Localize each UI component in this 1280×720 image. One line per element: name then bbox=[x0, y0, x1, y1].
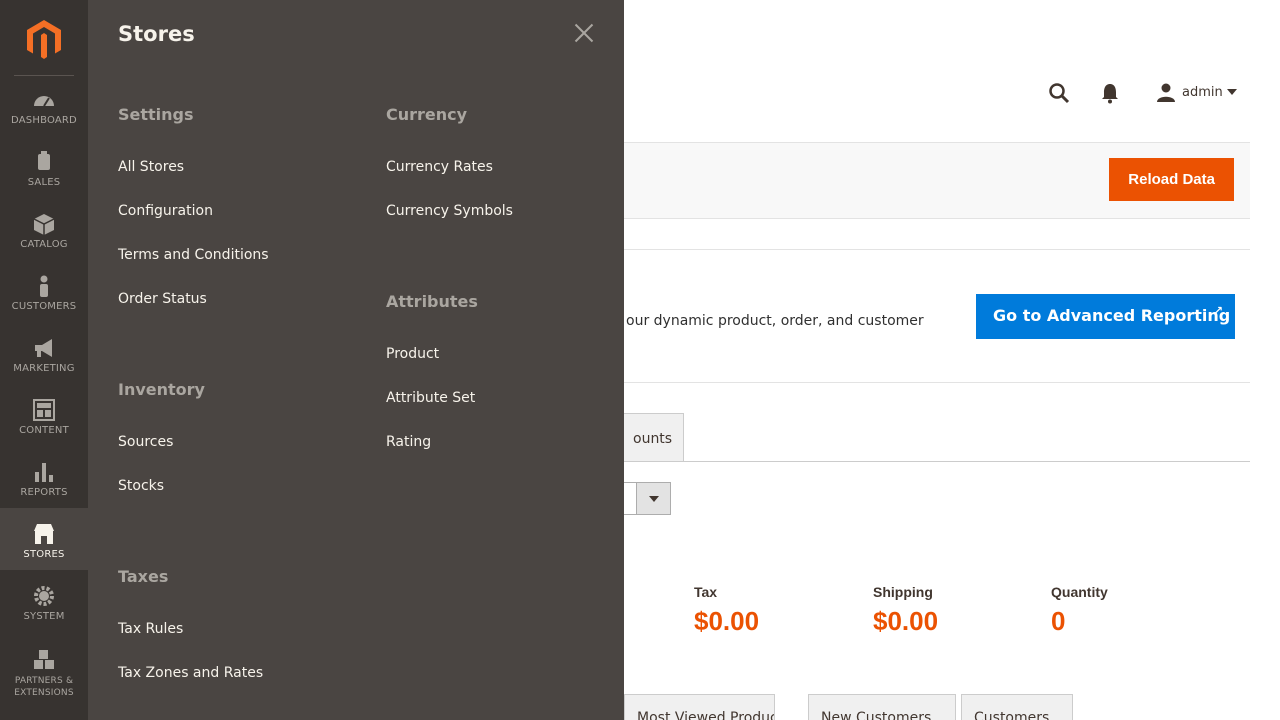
total-value: $0.00 bbox=[694, 606, 760, 636]
tabs-divider bbox=[618, 461, 1250, 462]
nav-item-dashboard[interactable]: Dashboard bbox=[0, 88, 88, 150]
group-title-attributes: Attributes bbox=[386, 292, 478, 311]
total-label: Quantity bbox=[1051, 584, 1108, 600]
stores-submenu-panel: Stores Settings All Stores Configuration… bbox=[88, 0, 624, 720]
link-tax-rules[interactable]: Tax Rules bbox=[118, 621, 183, 637]
nav-item-label: Reports bbox=[20, 487, 68, 498]
tab-most-viewed-products[interactable]: Most Viewed Products bbox=[624, 694, 775, 720]
group-title-taxes: Taxes bbox=[118, 567, 169, 586]
tab-customers[interactable]: Customers bbox=[961, 694, 1073, 720]
magento-logo-icon[interactable] bbox=[24, 18, 64, 60]
nav-item-label: Marketing bbox=[13, 363, 75, 374]
total-value: 0 bbox=[1051, 606, 1066, 636]
nav-item-label: System bbox=[23, 611, 65, 622]
storefront-icon bbox=[34, 524, 54, 544]
nav-item-catalog[interactable]: Catalog bbox=[0, 212, 88, 274]
reload-data-button[interactable]: Reload Data bbox=[1109, 158, 1234, 201]
external-link-icon: ↗ bbox=[1213, 304, 1223, 317]
group-title-inventory: Inventory bbox=[118, 380, 205, 399]
link-rating[interactable]: Rating bbox=[386, 434, 431, 450]
link-attribute-set[interactable]: Attribute Set bbox=[386, 390, 475, 406]
link-currency-rates[interactable]: Currency Rates bbox=[386, 159, 493, 175]
chevron-down-icon bbox=[1226, 89, 1237, 95]
nav-item-stores[interactable]: Stores bbox=[0, 508, 88, 570]
nav-item-label: Customers bbox=[11, 301, 77, 312]
advanced-reporting-label: Go to Advanced Reporting bbox=[993, 306, 1231, 325]
search-icon[interactable] bbox=[1048, 82, 1070, 104]
total-value: $0.00 bbox=[873, 606, 939, 636]
total-label: Shipping bbox=[873, 584, 933, 600]
link-all-stores[interactable]: All Stores bbox=[118, 159, 184, 175]
nav-item-customers[interactable]: Customers bbox=[0, 274, 88, 336]
dashboard-icon bbox=[34, 96, 54, 107]
link-product[interactable]: Product bbox=[386, 346, 439, 362]
dollar-icon bbox=[38, 151, 50, 170]
link-order-status[interactable]: Order Status bbox=[118, 291, 207, 307]
group-title-currency: Currency bbox=[386, 105, 468, 124]
link-currency-symbols[interactable]: Currency Symbols bbox=[386, 203, 513, 219]
link-configuration[interactable]: Configuration bbox=[118, 203, 213, 219]
nav-item-label: Catalog bbox=[20, 239, 68, 250]
notifications-bell-icon[interactable] bbox=[1100, 82, 1120, 104]
close-icon[interactable] bbox=[572, 21, 596, 45]
nav-item-label: Content bbox=[19, 425, 69, 436]
link-sources[interactable]: Sources bbox=[118, 434, 173, 450]
gear-icon bbox=[34, 586, 54, 606]
nav-item-label: Sales bbox=[27, 177, 61, 188]
tab-amounts[interactable]: ounts bbox=[618, 413, 684, 461]
person-icon bbox=[40, 275, 48, 297]
nav-item-label: Dashboard bbox=[11, 115, 77, 126]
bar-chart-icon bbox=[35, 463, 53, 482]
nav-item-content[interactable]: Content bbox=[0, 398, 88, 460]
nav-item-partners-extensions[interactable]: Partners & Extensions bbox=[0, 648, 88, 720]
user-icon bbox=[1157, 83, 1175, 102]
link-tax-zones-and-rates[interactable]: Tax Zones and Rates bbox=[118, 665, 263, 681]
group-title-settings: Settings bbox=[118, 105, 194, 124]
nav-item-system[interactable]: System bbox=[0, 584, 88, 646]
nav-item-label: Partners & Extensions bbox=[14, 676, 74, 698]
advanced-reporting-button[interactable]: Go to Advanced Reporting ↗ bbox=[976, 294, 1235, 339]
total-label: Tax bbox=[694, 584, 718, 600]
cubes-icon bbox=[34, 650, 54, 669]
advanced-reporting-description: our dynamic product, order, and customer bbox=[626, 313, 924, 329]
nav-item-label: Stores bbox=[23, 549, 65, 560]
nav-item-marketing[interactable]: Marketing bbox=[0, 336, 88, 398]
tab-new-customers[interactable]: New Customers bbox=[808, 694, 956, 720]
box-icon bbox=[33, 214, 55, 235]
admin-sidebar: Dashboard Sales Catalog Customers Market… bbox=[0, 0, 88, 720]
megaphone-icon bbox=[35, 339, 52, 357]
total-quantity: Quantity 0 bbox=[1051, 584, 1108, 637]
layout-icon bbox=[33, 399, 55, 421]
nav-item-sales[interactable]: Sales bbox=[0, 150, 88, 212]
chevron-down-icon bbox=[636, 483, 670, 514]
total-shipping: Shipping $0.00 bbox=[873, 584, 938, 637]
user-account-menu[interactable]: admin bbox=[1156, 82, 1237, 102]
link-stocks[interactable]: Stocks bbox=[118, 478, 164, 494]
nav-divider bbox=[14, 75, 74, 76]
total-tax: Tax $0.00 bbox=[694, 584, 759, 637]
user-name: admin bbox=[1182, 84, 1223, 100]
panel-title: Stores bbox=[118, 22, 195, 46]
link-terms-and-conditions[interactable]: Terms and Conditions bbox=[118, 247, 269, 263]
